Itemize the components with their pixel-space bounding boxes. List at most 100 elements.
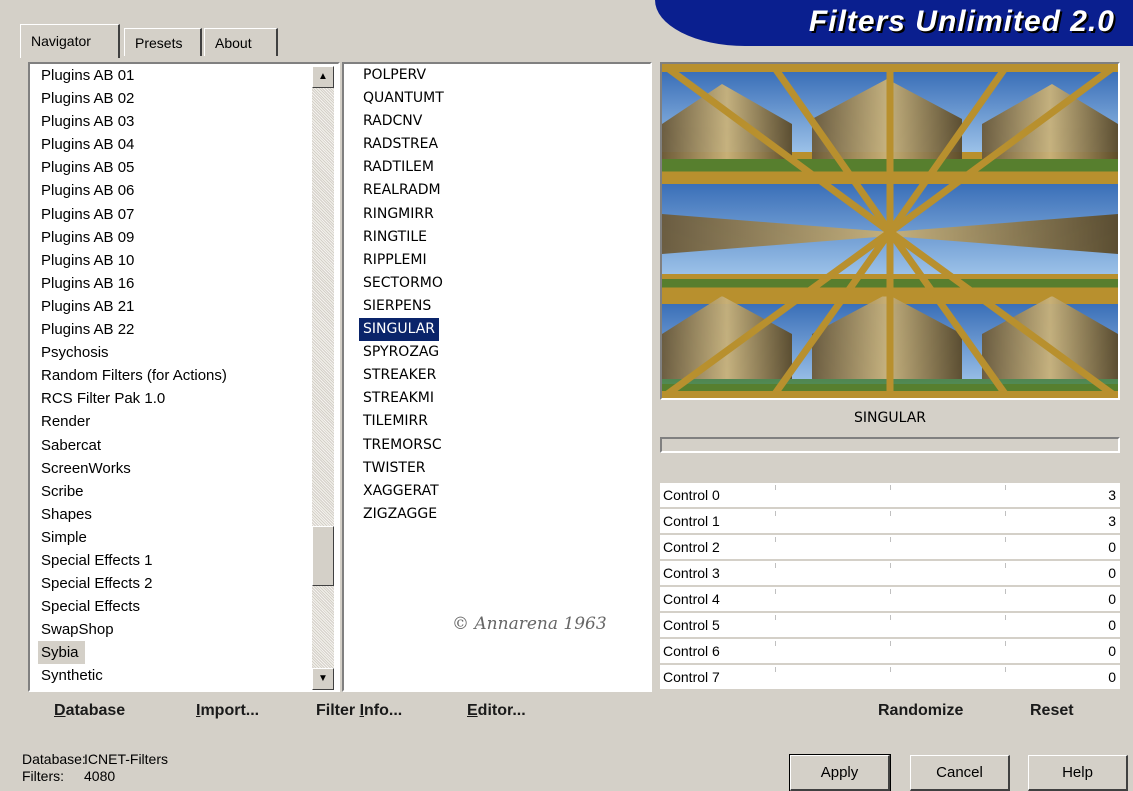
category-item[interactable]: Special Effects xyxy=(38,595,306,618)
filter-item[interactable]: TWISTER xyxy=(359,457,430,480)
filter-item[interactable]: STREAKER xyxy=(359,364,440,387)
control-value: 3 xyxy=(1108,513,1116,529)
tab-about[interactable]: About xyxy=(204,28,278,56)
reset-button[interactable]: Reset xyxy=(1030,702,1074,720)
apply-button[interactable]: Apply xyxy=(789,754,891,791)
control-slider[interactable]: Control 2 0 xyxy=(660,535,1120,561)
category-item[interactable]: Special Effects 2 xyxy=(38,572,306,595)
tab-navigator[interactable]: Navigator xyxy=(20,24,120,58)
filter-item[interactable]: SPYROZAG xyxy=(359,341,443,364)
category-item[interactable]: Special Effects 1 xyxy=(38,549,306,572)
control-value: 0 xyxy=(1108,617,1116,633)
filter-info-button[interactable]: Filter Info... xyxy=(316,702,402,720)
scroll-down-arrow-icon[interactable]: ▼ xyxy=(312,668,334,690)
category-item[interactable]: Sabercat xyxy=(38,434,306,457)
control-label: Control 5 xyxy=(663,617,720,633)
filters-count-value: 4080 xyxy=(84,768,116,784)
category-item[interactable]: Plugins AB 09 xyxy=(38,226,306,249)
category-item[interactable]: Shapes xyxy=(38,503,306,526)
category-item[interactable]: Plugins AB 16 xyxy=(38,272,306,295)
slider-tick xyxy=(775,485,776,490)
scroll-up-arrow-icon[interactable]: ▲ xyxy=(312,66,334,88)
filter-item[interactable]: RADSTREA xyxy=(359,133,442,156)
category-list[interactable]: Plugins AB 01 Plugins AB 02 Plugins AB 03 P… xyxy=(38,64,306,688)
category-item[interactable]: Plugins AB 07 xyxy=(38,203,306,226)
tab-about-label: About xyxy=(215,35,252,51)
filter-item[interactable]: RADTILEM xyxy=(359,156,438,179)
help-button[interactable]: Help xyxy=(1028,755,1128,791)
cancel-button[interactable]: Cancel xyxy=(910,755,1010,791)
slider-tick xyxy=(775,511,776,516)
category-item[interactable]: Plugins AB 06 xyxy=(38,179,306,202)
filter-item[interactable]: RIPPLEMI xyxy=(359,249,431,272)
scroll-thumb[interactable] xyxy=(312,526,334,586)
category-item[interactable]: Plugins AB 03 xyxy=(38,110,306,133)
filter-item[interactable]: TREMORSC xyxy=(359,434,446,457)
control-value: 0 xyxy=(1108,643,1116,659)
filters-count-label: Filters: xyxy=(22,768,64,784)
slider-tick xyxy=(1005,667,1006,672)
slider-tick xyxy=(1005,511,1006,516)
control-label: Control 2 xyxy=(663,539,720,555)
slider-tick xyxy=(890,537,891,542)
filter-item[interactable]: QUANTUMT xyxy=(359,87,448,110)
preview-image xyxy=(659,61,1121,401)
slider-tick xyxy=(890,615,891,620)
category-item[interactable]: SwapShop xyxy=(38,618,306,641)
filter-item[interactable]: RINGMIRR xyxy=(359,203,438,226)
control-slider[interactable]: Control 1 3 xyxy=(660,509,1120,535)
category-item[interactable]: ScreenWorks xyxy=(38,457,306,480)
slider-tick xyxy=(890,511,891,516)
control-label: Control 0 xyxy=(663,487,720,503)
control-slider[interactable]: Control 3 0 xyxy=(660,561,1120,587)
filter-item[interactable]: SECTORMO xyxy=(359,272,447,295)
category-item[interactable]: Plugins AB 01 xyxy=(38,64,306,87)
slider-tick xyxy=(890,485,891,490)
category-scrollbar[interactable]: ▲ ▼ xyxy=(312,66,334,690)
category-item[interactable]: Plugins AB 05 xyxy=(38,156,306,179)
category-item[interactable]: Random Filters (for Actions) xyxy=(38,364,306,387)
category-item[interactable]: Plugins AB 21 xyxy=(38,295,306,318)
category-list-panel[interactable]: Plugins AB 01 Plugins AB 02 Plugins AB 03 P… xyxy=(28,62,340,692)
slider-tick xyxy=(775,667,776,672)
filter-item[interactable]: RADCNV xyxy=(359,110,426,133)
category-item[interactable]: Plugins AB 10 xyxy=(38,249,306,272)
filter-item[interactable]: REALRADM xyxy=(359,179,445,202)
filter-item[interactable]: SINGULAR xyxy=(357,317,441,343)
tab-navigator-label: Navigator xyxy=(31,33,91,49)
filter-list[interactable]: POLPERV QUANTUMT RADCNV RADSTREA RADTILEM REA… xyxy=(357,64,448,526)
control-slider[interactable]: Control 7 0 xyxy=(660,665,1120,691)
category-item[interactable]: Sybia xyxy=(38,641,85,665)
tab-presets[interactable]: Presets xyxy=(124,28,202,56)
database-button[interactable]: Database xyxy=(54,702,125,720)
filter-item[interactable]: STREAKMI xyxy=(359,387,438,410)
control-slider[interactable]: Control 4 0 xyxy=(660,587,1120,613)
category-item[interactable]: Psychosis xyxy=(38,341,306,364)
slider-tick xyxy=(1005,563,1006,568)
control-slider[interactable]: Control 6 0 xyxy=(660,639,1120,665)
import-button[interactable]: Import... xyxy=(196,702,259,720)
filter-item[interactable]: ZIGZAGGE xyxy=(359,503,441,526)
category-item[interactable]: Simple xyxy=(38,526,306,549)
filter-item[interactable]: TILEMIRR xyxy=(359,410,432,433)
slider-tick xyxy=(890,589,891,594)
randomize-button[interactable]: Randomize xyxy=(878,702,963,720)
filter-item[interactable]: XAGGERAT xyxy=(359,480,443,503)
category-item[interactable]: Render xyxy=(38,410,306,433)
slider-tick xyxy=(775,589,776,594)
filter-item[interactable]: POLPERV xyxy=(359,64,430,87)
control-slider[interactable]: Control 0 3 xyxy=(660,483,1120,509)
editor-button[interactable]: Editor... xyxy=(467,702,526,720)
category-item[interactable]: Plugins AB 22 xyxy=(38,318,306,341)
category-item[interactable]: Plugins AB 04 xyxy=(38,133,306,156)
category-item[interactable]: RCS Filter Pak 1.0 xyxy=(38,387,306,410)
category-item[interactable]: Scribe xyxy=(38,480,306,503)
category-item[interactable]: Synthetic xyxy=(38,664,306,687)
filter-item[interactable]: RINGTILE xyxy=(359,226,431,249)
slider-tick xyxy=(890,563,891,568)
filter-list-panel[interactable]: POLPERV QUANTUMT RADCNV RADSTREA RADTILEM REA… xyxy=(342,62,652,692)
category-item[interactable]: Plugins AB 02 xyxy=(38,87,306,110)
watermark-signature: © Annarena 1963 xyxy=(452,614,607,634)
control-slider[interactable]: Control 5 0 xyxy=(660,613,1120,639)
filter-item[interactable]: SIERPENS xyxy=(359,295,435,318)
